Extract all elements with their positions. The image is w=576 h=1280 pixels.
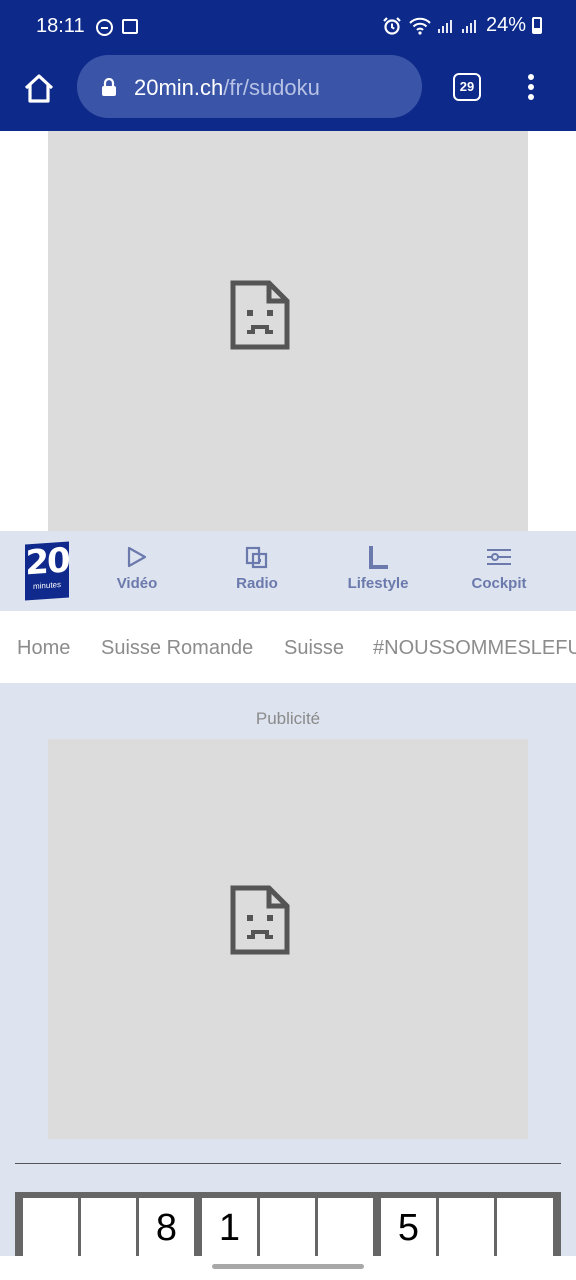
- gesture-area: [0, 1256, 576, 1280]
- broken-image-icon: [230, 885, 290, 955]
- address-bar[interactable]: 20min.ch/fr/sudoku: [77, 55, 422, 118]
- sudoku-cell[interactable]: [260, 1198, 315, 1259]
- sudoku-cell[interactable]: 5: [381, 1198, 436, 1259]
- sudoku-cell[interactable]: [23, 1198, 78, 1259]
- nav-item-label: Lifestyle: [347, 575, 409, 592]
- sudoku-cell[interactable]: [497, 1198, 553, 1259]
- home-icon[interactable]: [22, 72, 56, 106]
- sudoku-cell[interactable]: [318, 1198, 373, 1259]
- main-content: Publicité 8 1 5: [0, 683, 576, 1280]
- wifi-icon: [409, 17, 431, 35]
- play-icon: [127, 546, 147, 568]
- menu-link-suisse[interactable]: Suisse: [284, 637, 344, 660]
- logo-number: 20: [25, 540, 69, 584]
- do-not-disturb-icon: [96, 19, 113, 36]
- broken-image-icon: [230, 280, 290, 350]
- battery-percent: 24%: [485, 14, 526, 36]
- site-navbar: 20 minutes Vidéo Radio Lifestyle Cockpit: [0, 531, 576, 611]
- ad-placeholder-top: [48, 131, 528, 531]
- menu-link-suisse-romande[interactable]: Suisse Romande: [101, 637, 253, 660]
- image-notification-icon: [122, 19, 138, 34]
- tab-switcher-button[interactable]: 29: [453, 73, 481, 101]
- browser-menu-icon[interactable]: [519, 72, 543, 102]
- url-path: /fr/sudoku: [223, 75, 320, 100]
- sliders-icon: [487, 549, 511, 565]
- ad-placeholder-middle: [48, 739, 528, 1139]
- signal-strength-icon: [437, 19, 456, 33]
- nav-item-label: Cockpit: [471, 575, 527, 592]
- nav-item-label: Radio: [236, 575, 278, 592]
- lifestyle-icon: [369, 546, 388, 569]
- nav-item-radio[interactable]: Radio: [212, 545, 302, 592]
- lock-icon: [102, 78, 116, 96]
- nav-item-label: Vidéo: [116, 575, 158, 592]
- status-indicators: 24%: [382, 14, 542, 37]
- menu-link-nous-sommes-le-futur[interactable]: #NOUSSOMMESLEFUTUR: [373, 637, 576, 660]
- signal-strength-icon-2: [461, 19, 480, 33]
- status-bar: 18:11 24%: [0, 0, 576, 54]
- browser-toolbar: 20min.ch/fr/sudoku 29: [0, 54, 576, 131]
- gesture-bar[interactable]: [212, 1264, 364, 1269]
- radio-icon: [245, 546, 268, 569]
- url-host: 20min.ch: [134, 75, 224, 100]
- ad-label: Publicité: [255, 709, 321, 728]
- alarm-icon: [383, 16, 401, 35]
- battery-icon: [532, 17, 542, 34]
- sudoku-cell[interactable]: [81, 1198, 136, 1259]
- section-menu: Home Suisse Romande Suisse #NOUSSOMMESLE…: [0, 611, 576, 683]
- divider: [15, 1163, 561, 1164]
- sudoku-cell[interactable]: [439, 1198, 494, 1259]
- nav-item-lifestyle[interactable]: Lifestyle: [333, 545, 423, 592]
- sudoku-cell[interactable]: 1: [202, 1198, 257, 1259]
- sudoku-cell[interactable]: 8: [139, 1198, 194, 1259]
- url-text: 20min.ch/fr/sudoku: [134, 75, 320, 101]
- sudoku-grid: 8 1 5: [15, 1192, 561, 1265]
- nav-item-cockpit[interactable]: Cockpit: [454, 545, 544, 592]
- status-time: 18:11: [36, 15, 85, 37]
- nav-item-video[interactable]: Vidéo: [92, 545, 182, 592]
- site-logo[interactable]: 20 minutes: [25, 540, 69, 601]
- menu-link-home[interactable]: Home: [17, 637, 70, 660]
